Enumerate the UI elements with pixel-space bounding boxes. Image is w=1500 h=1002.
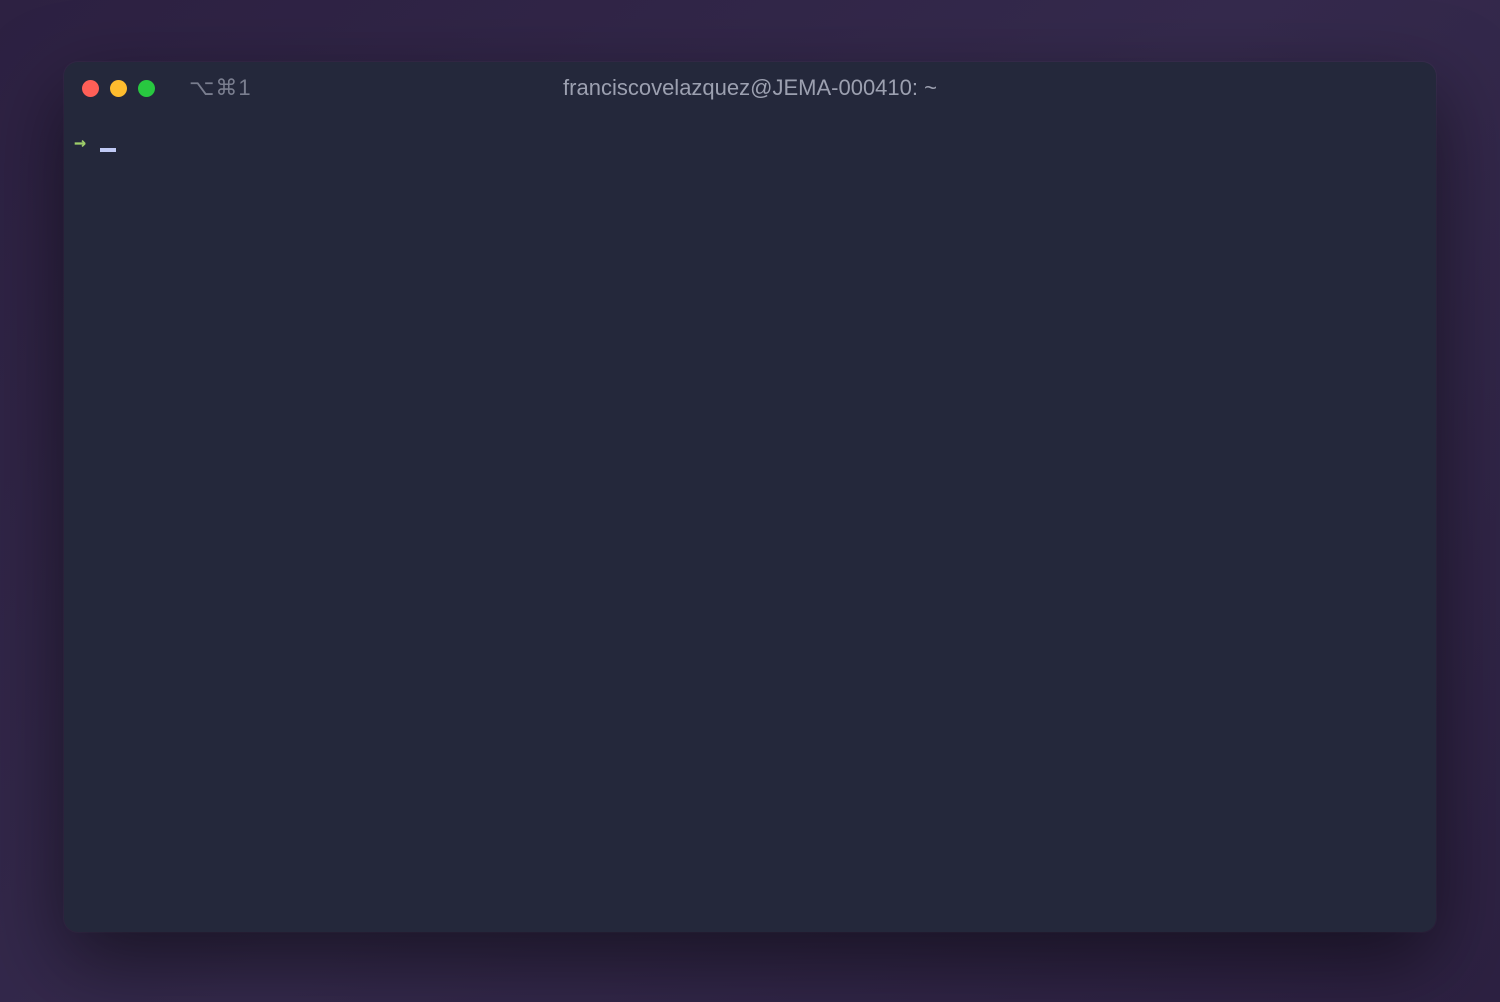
- terminal-body[interactable]: →: [64, 114, 1436, 932]
- traffic-lights: [82, 80, 155, 97]
- window-title: franciscovelazquez@JEMA-000410: ~: [563, 75, 937, 101]
- minimize-button[interactable]: [110, 80, 127, 97]
- prompt-arrow-icon: →: [74, 128, 86, 156]
- tab-indicator: ⌥⌘1: [189, 75, 252, 101]
- cursor: [100, 148, 116, 152]
- prompt-line: →: [74, 128, 1426, 156]
- terminal-window: ⌥⌘1 franciscovelazquez@JEMA-000410: ~ →: [64, 62, 1436, 932]
- maximize-button[interactable]: [138, 80, 155, 97]
- titlebar: ⌥⌘1 franciscovelazquez@JEMA-000410: ~: [64, 62, 1436, 114]
- close-button[interactable]: [82, 80, 99, 97]
